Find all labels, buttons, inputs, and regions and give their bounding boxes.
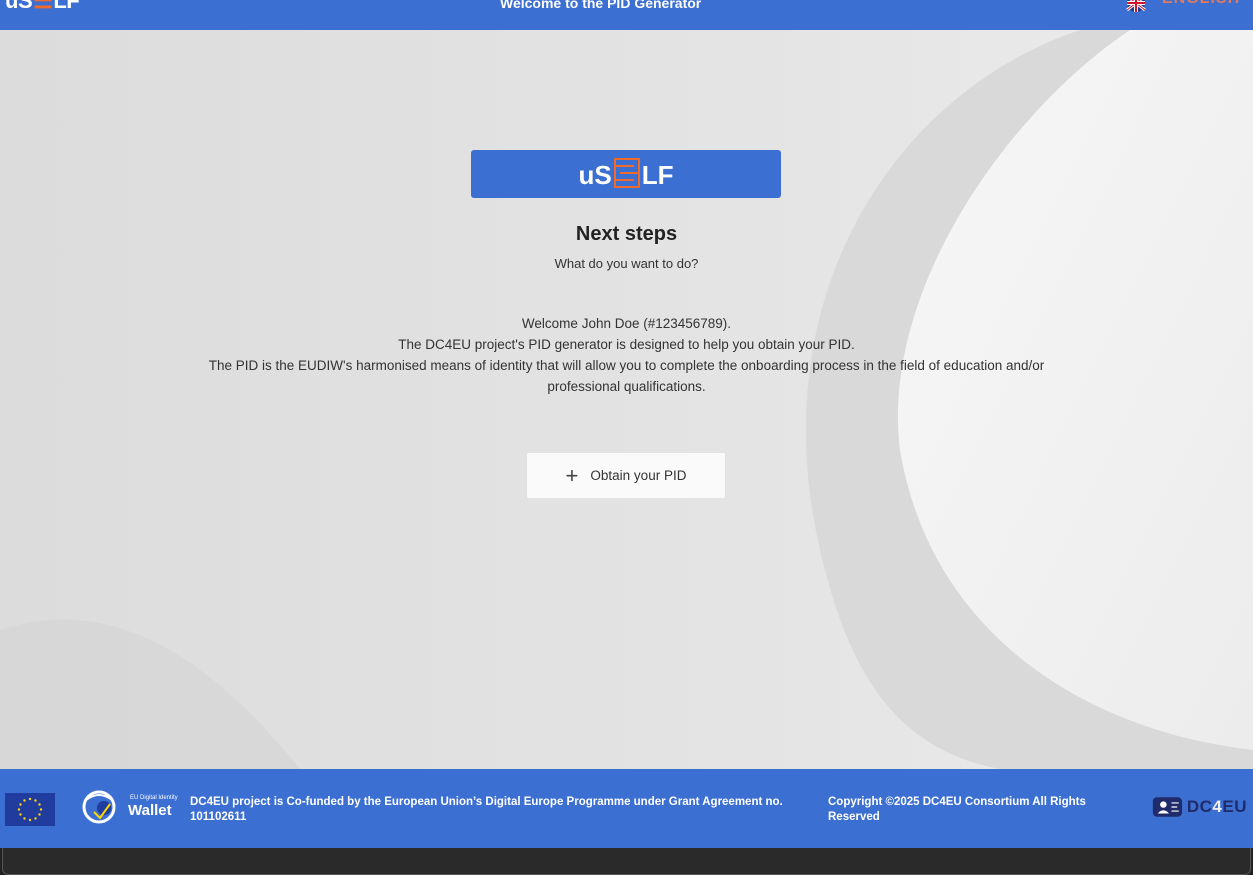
bottom-dock-strip xyxy=(0,848,1253,875)
pid-explanation: The PID is the EUDIW's harmonised means … xyxy=(208,358,1045,394)
dock-bar xyxy=(2,848,1251,875)
wallet-title: Wallet xyxy=(128,802,172,819)
logo-e-icon: ☰ xyxy=(33,0,53,13)
brand-right-text: LF xyxy=(641,159,674,190)
dc4eu-part-dc: DC xyxy=(1186,797,1213,816)
dc4eu-part-4: 4 xyxy=(1212,797,1223,816)
eu-wallet-logo: EU Digital Identity Wallet xyxy=(74,790,178,824)
next-steps-heading: Next steps xyxy=(575,223,678,245)
next-steps-subheading: What do you want to do? xyxy=(554,256,699,271)
plus-icon: + xyxy=(565,462,579,488)
obtain-pid-label: Obtain your PID xyxy=(590,468,687,483)
description-line: The DC4EU project's PID generator is des… xyxy=(398,337,855,352)
top-bar: uS ☰ LF Welcome to the PID Generator ENG… xyxy=(0,0,1253,30)
header-logo-right: LF xyxy=(53,0,80,13)
main-content: uS LF Next steps What do you want to do?… xyxy=(0,30,1253,769)
wallet-emblem-icon xyxy=(82,790,116,824)
footer: EU Digital Identity Wallet DC4EU project… xyxy=(0,769,1253,848)
eu-flag-icon xyxy=(5,793,55,826)
welcome-line: Welcome John Doe (#123456789). xyxy=(521,316,732,331)
uk-flag-icon[interactable] xyxy=(1123,0,1149,12)
header-logo[interactable]: uS ☰ LF xyxy=(5,0,80,14)
header-logo-left: uS xyxy=(5,0,33,13)
funding-notice: DC4EU project is Co-funded by the Europe… xyxy=(190,796,783,823)
brand-left-text: uS xyxy=(578,159,612,190)
wallet-caption: EU Digital Identity xyxy=(130,795,178,801)
language-selector[interactable]: ENGLISH xyxy=(1162,0,1240,8)
dc4eu-part-eu: EU xyxy=(1222,797,1247,816)
page-title: Welcome to the PID Generator xyxy=(500,0,702,11)
intro-text: Welcome John Doe (#123456789). The DC4EU… xyxy=(190,313,1063,397)
dc4eu-people-icon xyxy=(1152,797,1183,817)
obtain-pid-button[interactable]: + Obtain your PID xyxy=(526,452,726,499)
copyright-text: Copyright ©2025 DC4EU Consortium All Rig… xyxy=(828,796,1086,823)
brand-e-icon xyxy=(613,157,640,188)
brand-logo-banner: uS LF xyxy=(471,150,781,198)
dc4eu-wordmark: DC4EU xyxy=(1187,797,1247,817)
dc4eu-logo: DC4EU xyxy=(1152,793,1247,821)
